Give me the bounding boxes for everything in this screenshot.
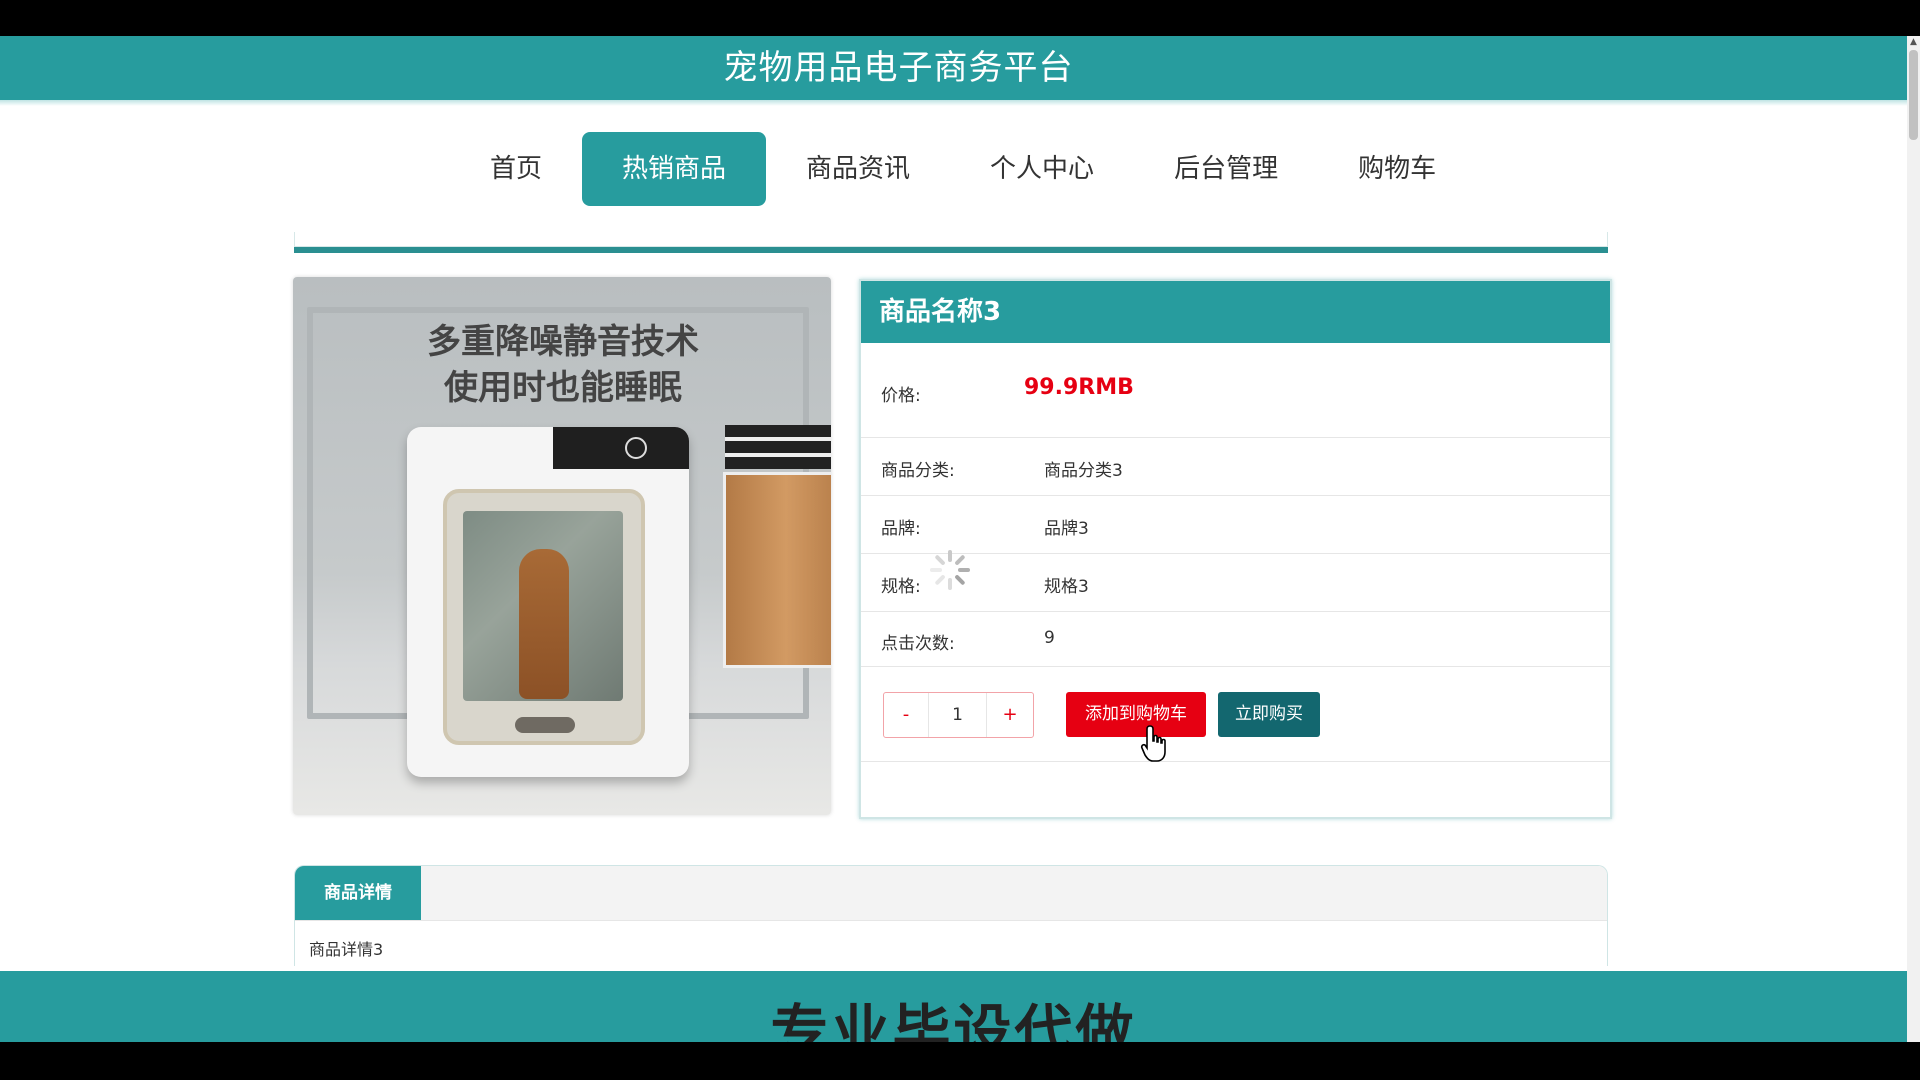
loading-spinner-icon	[930, 550, 970, 590]
category-row: 商品分类: 商品分类3	[861, 438, 1610, 496]
image-device-window	[443, 489, 645, 745]
price-label: 价格:	[881, 386, 921, 406]
spec-value: 规格3	[1044, 577, 1089, 597]
tab-product-details[interactable]: 商品详情	[295, 866, 421, 920]
main-nav: 首页 热销商品 商品资讯 个人中心 后台管理 购物车	[0, 132, 1907, 206]
quantity-input[interactable]	[928, 693, 987, 737]
buy-now-button[interactable]: 立即购买	[1218, 692, 1320, 737]
price-value: 99.9RMB	[1024, 375, 1134, 400]
image-caption-line2: 使用时也能睡眠	[444, 368, 682, 408]
brand-label: 品牌:	[881, 519, 921, 539]
bottom-black-bar	[0, 1042, 1920, 1080]
image-device-knob	[625, 437, 647, 459]
screen-frame: 宠物用品电子商务平台 首页 热销商品 商品资讯 个人中心 后台管理 购物车 多重…	[0, 0, 1920, 1080]
image-device-control-panel	[553, 427, 689, 469]
price-row: 价格: 99.9RMB	[861, 343, 1610, 438]
top-black-bar	[0, 0, 1920, 36]
browser-viewport: 宠物用品电子商务平台 首页 热销商品 商品资讯 个人中心 后台管理 购物车 多重…	[0, 36, 1907, 1042]
site-header: 宠物用品电子商务平台	[0, 36, 1907, 100]
nav-item-admin[interactable]: 后台管理	[1134, 132, 1318, 206]
breadcrumb-strip	[294, 232, 1608, 247]
brand-row: 品牌: 品牌3	[861, 496, 1610, 554]
quantity-stepper: - +	[883, 692, 1034, 738]
image-door-handle	[515, 717, 575, 733]
image-caption-line1: 多重降噪静音技术	[427, 322, 699, 362]
category-label: 商品分类:	[881, 461, 955, 481]
spec-row: 规格: 规格3	[861, 554, 1610, 612]
image-cat	[519, 549, 569, 699]
site-title: 宠物用品电子商务平台	[723, 48, 1074, 88]
spec-label: 规格:	[881, 577, 921, 597]
nav-item-product-news[interactable]: 商品资讯	[766, 132, 950, 206]
image-shelf	[723, 472, 831, 668]
clicks-value: 9	[1044, 628, 1055, 648]
image-books	[725, 425, 831, 469]
product-image: 多重降噪静音技术 使用时也能睡眠	[293, 277, 831, 815]
quantity-increase-button[interactable]: +	[988, 693, 1032, 737]
footer-banner-text: 专业毕设代做	[770, 998, 1137, 1042]
image-caption: 多重降噪静音技术 使用时也能睡眠	[393, 319, 733, 411]
page-scrollbar[interactable]: ▲	[1907, 36, 1920, 1042]
clicks-label: 点击次数:	[881, 634, 955, 654]
nav-item-cart[interactable]: 购物车	[1318, 132, 1476, 206]
details-tab-bar: 商品详情	[295, 866, 1607, 921]
quantity-decrease-button[interactable]: -	[884, 693, 928, 737]
clicks-row: 点击次数: 9	[861, 612, 1610, 667]
nav-item-personal-center[interactable]: 个人中心	[950, 132, 1134, 206]
nav-item-hot-products[interactable]: 热销商品	[582, 132, 767, 206]
product-details-content: 商品详情3	[309, 940, 384, 959]
brand-value: 品牌3	[1044, 519, 1089, 539]
footer-banner: 专业毕设代做	[0, 971, 1907, 1042]
add-to-cart-button[interactable]: 添加到购物车	[1066, 692, 1206, 737]
image-pet-dryer	[407, 427, 689, 777]
scroll-up-arrow-icon[interactable]: ▲	[1907, 36, 1920, 48]
hand-cursor-icon	[1140, 725, 1166, 762]
category-value: 商品分类3	[1044, 461, 1123, 481]
image-window-glass	[463, 511, 623, 701]
nav-item-home[interactable]: 首页	[450, 132, 582, 206]
scrollbar-thumb[interactable]	[1909, 50, 1918, 140]
header-shadow	[0, 100, 1907, 106]
nav-inner: 首页 热销商品 商品资讯 个人中心 后台管理 购物车	[450, 132, 1476, 206]
product-name: 商品名称3	[861, 281, 1610, 343]
product-details-section: 商品详情 商品详情3	[294, 865, 1608, 966]
